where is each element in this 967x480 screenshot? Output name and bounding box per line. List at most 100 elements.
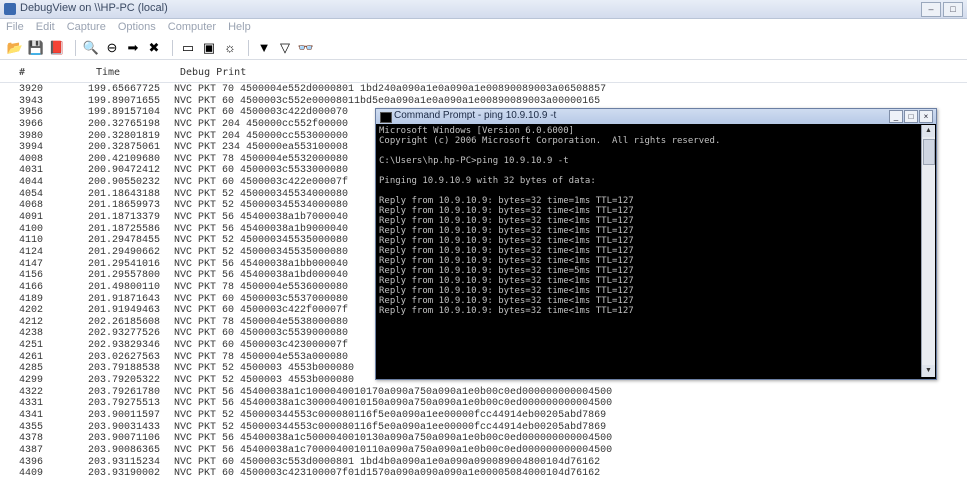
log-time: 200.90550232 (88, 177, 161, 189)
log-number: 4202 (19, 305, 44, 317)
title-bar[interactable]: DebugView on \\HP-PC (local) – □ (0, 0, 967, 19)
log-row[interactable]: 4409 203.93190002 NVC PKT 60 4500003c42310… (0, 468, 967, 480)
toolbar-separator (248, 39, 249, 56)
log-row[interactable]: 4341 203.90011597 NVC PKT 52 450000344553c… (0, 410, 967, 422)
log-number: 4008 (19, 153, 44, 165)
cmd-title-bar[interactable]: Command Prompt - ping 10.9.10.9 -t _ □ × (376, 109, 936, 124)
menu-edit[interactable]: Edit (36, 19, 55, 35)
log-time: 199.65667725 (88, 84, 161, 95)
log-time: 203.79275513 (88, 398, 161, 410)
highlight-icon[interactable]: ▽ (276, 39, 294, 57)
column-debug-print[interactable]: Debug Print (180, 67, 246, 78)
debugview-app-icon (4, 3, 16, 15)
scroll-thumb[interactable] (923, 139, 935, 165)
log-number: 4156 (19, 270, 44, 282)
capture-kernel-icon[interactable]: ▭ (179, 39, 197, 57)
command-prompt-window[interactable]: Command Prompt - ping 10.9.10.9 -t _ □ ×… (375, 108, 937, 380)
log-number: 3980 (19, 130, 44, 142)
log-number: 3966 (19, 118, 44, 130)
log-icon[interactable]: 📕 (48, 39, 66, 57)
menu-computer[interactable]: Computer (168, 19, 216, 35)
log-number: 3943 (19, 95, 44, 107)
log-time: 203.90086365 (88, 444, 161, 456)
cmd-output[interactable]: Microsoft Windows [Version 6.0.6000] Copy… (379, 126, 919, 375)
log-message: NVC PKT 60 4500003c553d0000801 1bd4b0a09… (174, 456, 601, 468)
cmd-maximize-button[interactable]: □ (904, 110, 918, 123)
clock-icon[interactable]: ☼ (221, 39, 239, 57)
log-time: 203.93115234 (88, 456, 161, 468)
scroll-down-icon[interactable]: ▼ (922, 365, 935, 377)
cmd-scrollbar[interactable]: ▲ ▼ (921, 125, 935, 377)
save-icon[interactable]: 💾 (27, 39, 45, 57)
log-number: 4100 (19, 223, 44, 235)
log-message: NVC PKT 78 4500004e5536000080 (174, 281, 349, 293)
log-number: 4189 (19, 293, 44, 305)
log-time: 203.90011597 (88, 409, 161, 421)
log-message: NVC PKT 78 4500004e553a000080 (174, 351, 349, 363)
menu-options[interactable]: Options (118, 19, 156, 35)
debugview-window: DebugView on \\HP-PC (local) – □ File Ed… (0, 0, 967, 480)
menu-capture[interactable]: Capture (67, 19, 106, 35)
column-time[interactable]: Time (96, 67, 120, 78)
column-number[interactable]: # (19, 67, 25, 78)
log-time: 201.91871643 (88, 293, 161, 305)
autoscroll-icon[interactable]: ➡ (124, 39, 142, 57)
log-message: NVC PKT 56 45400038a1c5000040010130a090a… (174, 433, 613, 445)
cmd-line: Reply from 10.9.10.9: bytes=32 time<1ms … (379, 306, 634, 316)
log-message: NVC PKT 52 4500003 4553b000080 (174, 375, 355, 387)
cmd-line: Reply from 10.9.10.9: bytes=32 time<1ms … (379, 206, 634, 216)
log-row[interactable]: 3943 199.89071655 NVC PKT 60 4500003c552e0… (0, 96, 967, 108)
log-time: 203.02627563 (88, 351, 161, 363)
clear-icon[interactable]: ✖ (145, 39, 163, 57)
maximize-button[interactable]: □ (943, 2, 963, 17)
filter-icon[interactable]: ▼ (255, 39, 273, 57)
log-number: 4147 (19, 258, 44, 270)
log-time: 202.26185608 (88, 316, 161, 328)
open-icon[interactable]: 📂 (6, 39, 24, 57)
log-row[interactable]: 4387 203.90086365 NVC PKT 56 45400038a1c70… (0, 445, 967, 457)
log-row[interactable]: 4322 203.79261780 NVC PKT 56 45400038a1c10… (0, 387, 967, 399)
menu-file[interactable]: File (6, 19, 24, 35)
log-time: 201.18643188 (88, 188, 161, 200)
log-message: NVC PKT 78 4500004e5538000080 (174, 316, 349, 328)
cmd-minimize-button[interactable]: _ (889, 110, 903, 123)
log-message: NVC PKT 60 4500003c422d000070 (174, 107, 349, 119)
log-row[interactable]: 4331 203.79275513 NVC PKT 56 45400038a1c30… (0, 398, 967, 410)
log-message: NVC PKT 60 4500003c423100007f01d1570a090… (174, 468, 601, 480)
log-message: NVC PKT 56 45400038a1c1000040010170a090a… (174, 386, 613, 398)
scroll-up-icon[interactable]: ▲ (922, 125, 935, 137)
log-message: NVC PKT 52 450000344553c000080116f5e0a09… (174, 421, 607, 433)
capture-win32-icon[interactable]: ▣ (200, 39, 218, 57)
log-message: NVC PKT 56 45400038a1b9000040 (174, 223, 349, 235)
log-message: NVC PKT 60 4500003c423000007f (174, 340, 349, 352)
log-number: 4409 (19, 468, 44, 480)
cmd-line: Reply from 10.9.10.9: bytes=32 time<1ms … (379, 276, 634, 286)
cmd-line: Reply from 10.9.10.9: bytes=32 time=1ms … (379, 196, 634, 206)
capture-icon[interactable]: ⊖ (103, 39, 121, 57)
cmd-line: Copyright (c) 2006 Microsoft Corporation… (379, 136, 721, 146)
log-message: NVC PKT 56 45400038a1c3000040010150a090a… (174, 398, 613, 410)
log-number: 4285 (19, 363, 44, 375)
log-message: NVC PKT 70 4500004e552d0000801 1bd240a09… (174, 84, 607, 95)
log-number: 4124 (19, 246, 44, 258)
log-row[interactable]: 4378 203.90071106 NVC PKT 56 45400038a1c50… (0, 433, 967, 445)
cmd-line: Reply from 10.9.10.9: bytes=32 time=5ms … (379, 266, 634, 276)
log-message: NVC PKT 60 4500003c5533000080 (174, 165, 349, 177)
find-icon[interactable]: 🔍 (82, 39, 100, 57)
log-row[interactable]: 3920 199.65667725 NVC PKT 70 4500004e552d0… (0, 84, 967, 96)
log-time: 203.79261780 (88, 386, 161, 398)
cmd-close-button[interactable]: × (919, 110, 933, 123)
log-time: 201.29490662 (88, 246, 161, 258)
log-time: 201.18713379 (88, 212, 161, 224)
log-time: 203.79188538 (88, 363, 161, 375)
log-number: 4341 (19, 409, 44, 421)
binoculars-icon[interactable]: 👓 (297, 39, 315, 57)
menu-help[interactable]: Help (228, 19, 251, 35)
log-number: 4044 (19, 177, 44, 189)
log-number: 3920 (19, 84, 44, 95)
toolbar-separator (172, 39, 173, 56)
log-message: NVC PKT 60 4500003c422f00007f (174, 305, 349, 317)
minimize-button[interactable]: – (921, 2, 941, 17)
log-row[interactable]: 4396 203.93115234 NVC PKT 60 4500003c553d0… (0, 457, 967, 469)
log-row[interactable]: 4355 203.90031433 NVC PKT 52 450000344553c… (0, 422, 967, 434)
